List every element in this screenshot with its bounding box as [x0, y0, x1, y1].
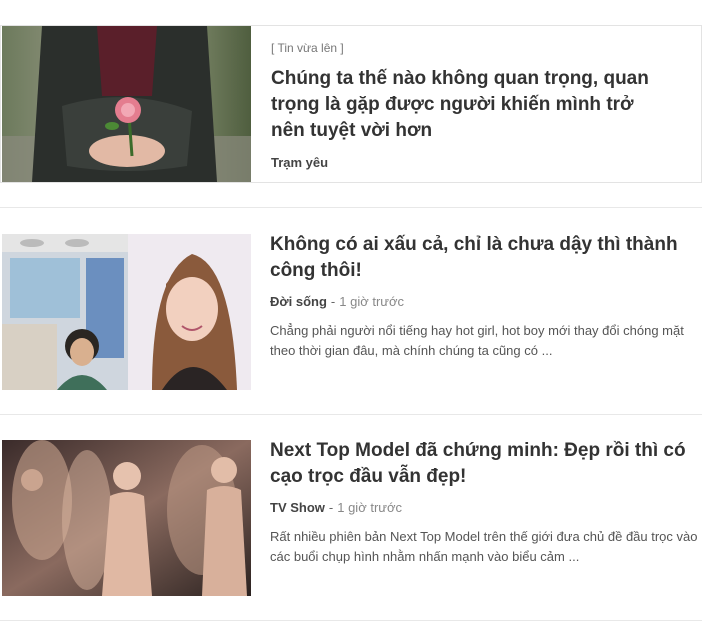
category-link[interactable]: Trạm yêu: [271, 155, 328, 170]
divider: [0, 414, 702, 415]
timestamp: 1 giờ trước: [339, 294, 405, 309]
article-card[interactable]: Next Top Model đã chứng minh: Đẹp rồi th…: [0, 438, 702, 598]
divider: [0, 620, 702, 621]
article-title[interactable]: Next Top Model đã chứng minh: Đẹp rồi th…: [270, 438, 700, 490]
article-card[interactable]: Không có ai xấu cả, chỉ là chưa dậy thì …: [0, 232, 702, 392]
portrait-photo-image: [2, 234, 251, 390]
new-tag: [ Tin vừa lên ]: [271, 41, 344, 55]
article-title[interactable]: Không có ai xấu cả, chỉ là chưa dậy thì …: [270, 232, 700, 284]
article-card[interactable]: [ Tin vừa lên ] Chúng ta thế nào không q…: [0, 25, 702, 183]
article-content: Next Top Model đã chứng minh: Đẹp rồi th…: [270, 438, 700, 567]
article-thumbnail[interactable]: [2, 26, 251, 182]
category-link[interactable]: Đời sống: [270, 294, 327, 309]
article-meta: Trạm yêu: [271, 154, 699, 172]
meta-separator: -: [330, 294, 336, 309]
article-title[interactable]: Chúng ta thế nào không quan trọng, quan …: [271, 66, 671, 144]
article-description: Rất nhiều phiên bản Next Top Model trên …: [270, 529, 698, 564]
article-meta: TV Show -1 giờ trước: [270, 499, 700, 517]
article-thumbnail[interactable]: [2, 440, 251, 596]
article-content: [ Tin vừa lên ] Chúng ta thế nào không q…: [271, 40, 699, 172]
divider: [0, 207, 702, 208]
article-content: Không có ai xấu cả, chỉ là chưa dậy thì …: [270, 232, 700, 361]
meta-separator: -: [328, 500, 334, 515]
category-link[interactable]: TV Show: [270, 500, 325, 515]
article-description: Chẳng phải người nổi tiếng hay hot girl,…: [270, 323, 684, 358]
timestamp: 1 giờ trước: [337, 500, 402, 515]
article-thumbnail[interactable]: [2, 234, 251, 390]
models-photo-image: [2, 440, 251, 596]
article-meta: Đời sống -1 giờ trước: [270, 293, 700, 311]
flower-photo-image: [2, 26, 251, 182]
